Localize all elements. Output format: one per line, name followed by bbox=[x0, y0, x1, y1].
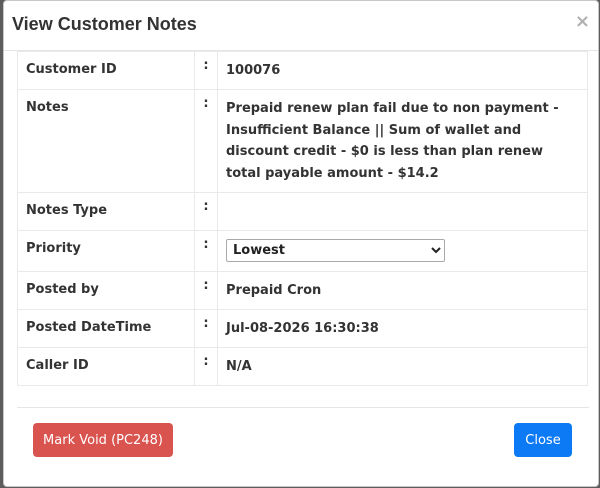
details-table: Customer ID : 100076 Notes : Prepaid ren… bbox=[17, 51, 588, 386]
mark-void-button[interactable]: Mark Void (PC248) bbox=[33, 423, 173, 457]
priority-label: Priority bbox=[17, 230, 195, 272]
posted-by-value: Prepaid Cron bbox=[217, 271, 588, 310]
close-button[interactable]: Close bbox=[514, 423, 572, 457]
row-colon: : bbox=[194, 192, 218, 231]
customer-id-label: Customer ID bbox=[17, 51, 195, 90]
notes-value: Prepaid renew plan fail due to non payme… bbox=[217, 89, 588, 193]
row-customer-id: Customer ID : 100076 bbox=[17, 51, 588, 90]
row-notes: Notes : Prepaid renew plan fail due to n… bbox=[17, 89, 588, 193]
row-colon: : bbox=[194, 51, 218, 90]
priority-select[interactable]: Lowest bbox=[226, 239, 445, 262]
close-icon[interactable]: × bbox=[575, 11, 590, 32]
customer-id-value: 100076 bbox=[217, 51, 588, 90]
notes-type-value bbox=[217, 192, 588, 231]
row-colon: : bbox=[194, 230, 218, 272]
row-caller-id: Caller ID : N/A bbox=[17, 347, 588, 386]
notes-type-label: Notes Type bbox=[17, 192, 195, 231]
posted-by-label: Posted by bbox=[17, 271, 195, 310]
row-posted-by: Posted by : Prepaid Cron bbox=[17, 271, 588, 310]
row-colon: : bbox=[194, 89, 218, 193]
row-colon: : bbox=[194, 271, 218, 310]
row-colon: : bbox=[194, 347, 218, 386]
notes-text: Prepaid renew plan fail due to non payme… bbox=[226, 101, 559, 181]
caller-id-value: N/A bbox=[217, 347, 588, 386]
row-posted-datetime: Posted DateTime : Jul-08-2026 16:30:38 bbox=[17, 309, 588, 348]
row-notes-type: Notes Type : bbox=[17, 192, 588, 231]
modal-title: View Customer Notes bbox=[12, 14, 197, 34]
customer-notes-modal: View Customer Notes × Customer ID : 1000… bbox=[3, 0, 599, 487]
row-colon: : bbox=[194, 309, 218, 348]
footer-divider bbox=[17, 407, 589, 408]
caller-id-label: Caller ID bbox=[17, 347, 195, 386]
row-priority: Priority : Lowest bbox=[17, 230, 588, 272]
posted-datetime-value: Jul-08-2026 16:30:38 bbox=[217, 309, 588, 348]
modal-body: Customer ID : 100076 Notes : Prepaid ren… bbox=[17, 51, 589, 386]
posted-datetime-label: Posted DateTime bbox=[17, 309, 195, 348]
priority-cell: Lowest bbox=[217, 230, 588, 272]
modal-header: View Customer Notes × bbox=[4, 1, 598, 51]
notes-label: Notes bbox=[17, 89, 195, 193]
